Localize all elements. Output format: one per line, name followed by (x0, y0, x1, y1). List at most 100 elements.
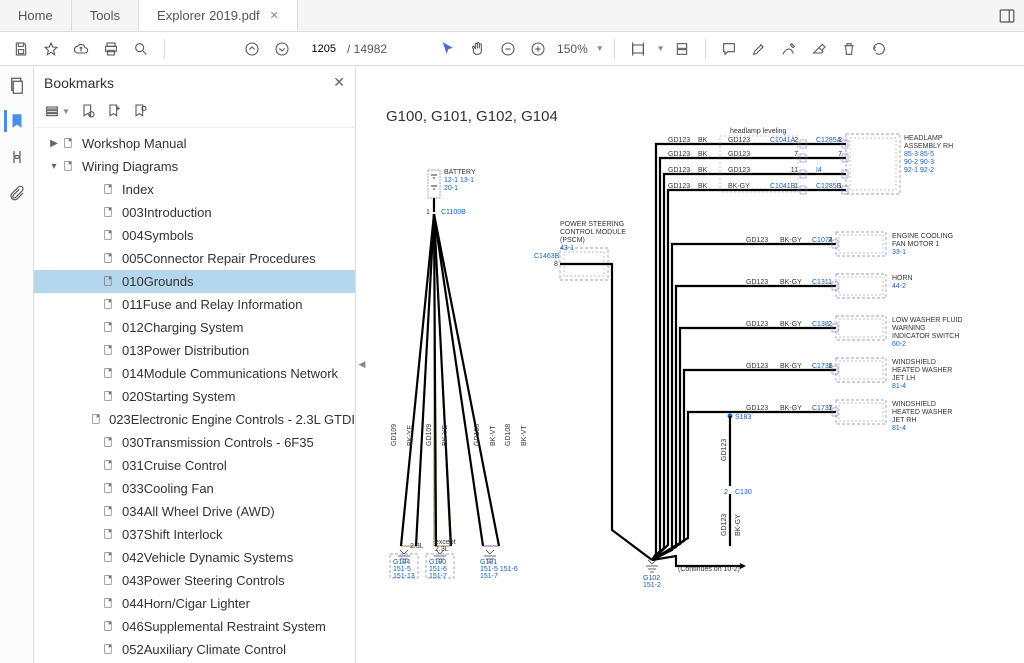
tree-row[interactable]: 011Fuse and Relay Information (34, 293, 355, 316)
tree-row[interactable]: Index (34, 178, 355, 201)
tree-row[interactable]: 003Introduction (34, 201, 355, 224)
fit-width-icon[interactable] (625, 36, 651, 62)
draw-icon[interactable] (776, 36, 802, 62)
svg-text:G100: G100 (429, 559, 446, 566)
tree-row[interactable]: 044Horn/Cigar Lighter (34, 592, 355, 615)
svg-text:44-2: 44-2 (892, 283, 906, 290)
trash-icon[interactable] (836, 36, 862, 62)
svg-text:2: 2 (838, 137, 842, 144)
tree-label: 037Shift Interlock (122, 527, 222, 542)
document-view[interactable]: G100, G101, G102, G104 BATTERY 12-1 13-1… (368, 66, 1024, 663)
tree-row[interactable]: 046Supplemental Restraint System (34, 615, 355, 638)
save-icon[interactable] (8, 36, 34, 62)
chevron-down-icon[interactable]: ▾ (48, 161, 60, 172)
chevron-down-icon[interactable]: ▼ (657, 44, 665, 53)
tree-row[interactable]: ▾ Wiring Diagrams (34, 155, 355, 178)
attachments-icon[interactable] (6, 182, 28, 204)
tree-row[interactable]: 004Symbols (34, 224, 355, 247)
tree-label: Wiring Diagrams (82, 159, 178, 174)
tree-row[interactable]: 037Shift Interlock (34, 523, 355, 546)
undo-icon[interactable] (866, 36, 892, 62)
close-icon[interactable]: ✕ (333, 74, 345, 91)
svg-text:151-5: 151-5 (393, 566, 411, 573)
tree-row[interactable]: 013Power Distribution (34, 339, 355, 362)
zoom-in-icon[interactable] (525, 36, 551, 62)
tree-label: Workshop Manual (82, 136, 187, 151)
tab-document[interactable]: Explorer 2019.pdf ✕ (139, 0, 298, 31)
svg-text:BK: BK (698, 167, 708, 174)
tree-row[interactable]: 031Cruise Control (34, 454, 355, 477)
tab-tools[interactable]: Tools (72, 0, 139, 31)
tree-row[interactable]: 033Cooling Fan (34, 477, 355, 500)
svg-text:FAN MOTOR 1: FAN MOTOR 1 (892, 241, 939, 248)
select-tool-icon[interactable] (435, 36, 461, 62)
close-icon[interactable]: ✕ (270, 9, 279, 22)
svg-text:GD123: GD123 (728, 137, 750, 144)
erase-icon[interactable] (806, 36, 832, 62)
tree-row[interactable]: 034All Wheel Drive (AWD) (34, 500, 355, 523)
bookmarks-panel: Bookmarks ✕ ▼ ▶Workshop Manual▾Wiring Di… (34, 66, 356, 663)
zoom-out-icon[interactable] (495, 36, 521, 62)
svg-text:C138: C138 (812, 321, 829, 328)
tree-row[interactable]: 043Power Steering Controls (34, 569, 355, 592)
layers-icon[interactable] (6, 146, 28, 168)
tree-row[interactable]: 052Auxiliary Climate Control (34, 638, 355, 661)
tree-row[interactable]: 012Charging System (34, 316, 355, 339)
svg-text:1: 1 (426, 209, 430, 216)
tree-row[interactable]: 030Transmission Controls - 6F35 (34, 431, 355, 454)
comment-icon[interactable] (716, 36, 742, 62)
scroll-mode-icon[interactable] (669, 36, 695, 62)
page-up-icon[interactable] (239, 36, 265, 62)
tab-home[interactable]: Home (0, 0, 72, 31)
search-icon[interactable] (128, 36, 154, 62)
panel-tools: ▼ (34, 99, 355, 128)
svg-text:2: 2 (828, 321, 832, 328)
panel-toggle-icon[interactable] (990, 0, 1024, 31)
tree-row[interactable]: 023Electronic Engine Controls - 2.3L GTD… (34, 408, 355, 431)
svg-text:151-7: 151-7 (429, 573, 447, 580)
cloud-upload-icon[interactable] (68, 36, 94, 62)
expand-bookmark-icon[interactable] (132, 103, 148, 119)
page-number-input[interactable] (299, 39, 339, 59)
svg-text:C1041B: C1041B (770, 183, 796, 190)
chevron-down-icon[interactable]: ▼ (596, 44, 604, 53)
highlight-icon[interactable] (746, 36, 772, 62)
new-bookmark-icon[interactable] (106, 103, 122, 119)
pan-tool-icon[interactable] (465, 36, 491, 62)
svg-text:HORN: HORN (892, 275, 913, 282)
svg-text:BK-YE: BK-YE (407, 425, 414, 446)
tree-label: 004Symbols (122, 228, 194, 243)
bookmark-page-icon (102, 298, 116, 311)
tree-row[interactable]: 014Module Communications Network (34, 362, 355, 385)
svg-text:LOW WASHER FLUID: LOW WASHER FLUID (892, 317, 963, 324)
svg-text:BK-GY: BK-GY (735, 514, 742, 536)
svg-text:C131: C131 (812, 279, 829, 286)
tree-row[interactable]: 010Grounds (34, 270, 355, 293)
tree-label: Index (122, 182, 154, 197)
svg-text:GD109: GD109 (426, 424, 433, 446)
svg-text:HEATED WASHER: HEATED WASHER (892, 367, 952, 374)
svg-text:WARNING: WARNING (892, 325, 926, 332)
svg-text:151-13: 151-13 (393, 573, 415, 580)
star-icon[interactable] (38, 36, 64, 62)
thumbnails-icon[interactable] (6, 74, 28, 96)
bookmarks-icon[interactable] (4, 110, 26, 132)
bookmark-page-icon (102, 482, 116, 495)
tab-document-label: Explorer 2019.pdf (157, 8, 260, 23)
svg-text:2.3L: 2.3L (410, 543, 424, 550)
page-down-icon[interactable] (269, 36, 295, 62)
bookmark-tree: ▶ Workshop Manual ▾ Wiring Diagrams Index 003… (34, 128, 355, 663)
zoom-level-label[interactable]: 150% (557, 42, 588, 56)
print-icon[interactable] (98, 36, 124, 62)
svg-text:C1041A: C1041A (770, 137, 796, 144)
tree-label: 031Cruise Control (122, 458, 227, 473)
svg-text:JET LH: JET LH (892, 375, 915, 382)
collapse-handle[interactable]: ◀ (356, 66, 368, 663)
find-bookmark-icon[interactable] (80, 103, 96, 119)
chevron-right-icon[interactable]: ▶ (48, 138, 60, 149)
options-icon[interactable]: ▼ (44, 103, 70, 119)
tree-row[interactable]: 042Vehicle Dynamic Systems (34, 546, 355, 569)
tree-row[interactable]: 005Connector Repair Procedures (34, 247, 355, 270)
tree-row[interactable]: 020Starting System (34, 385, 355, 408)
tree-row[interactable]: ▶ Workshop Manual (34, 132, 355, 155)
